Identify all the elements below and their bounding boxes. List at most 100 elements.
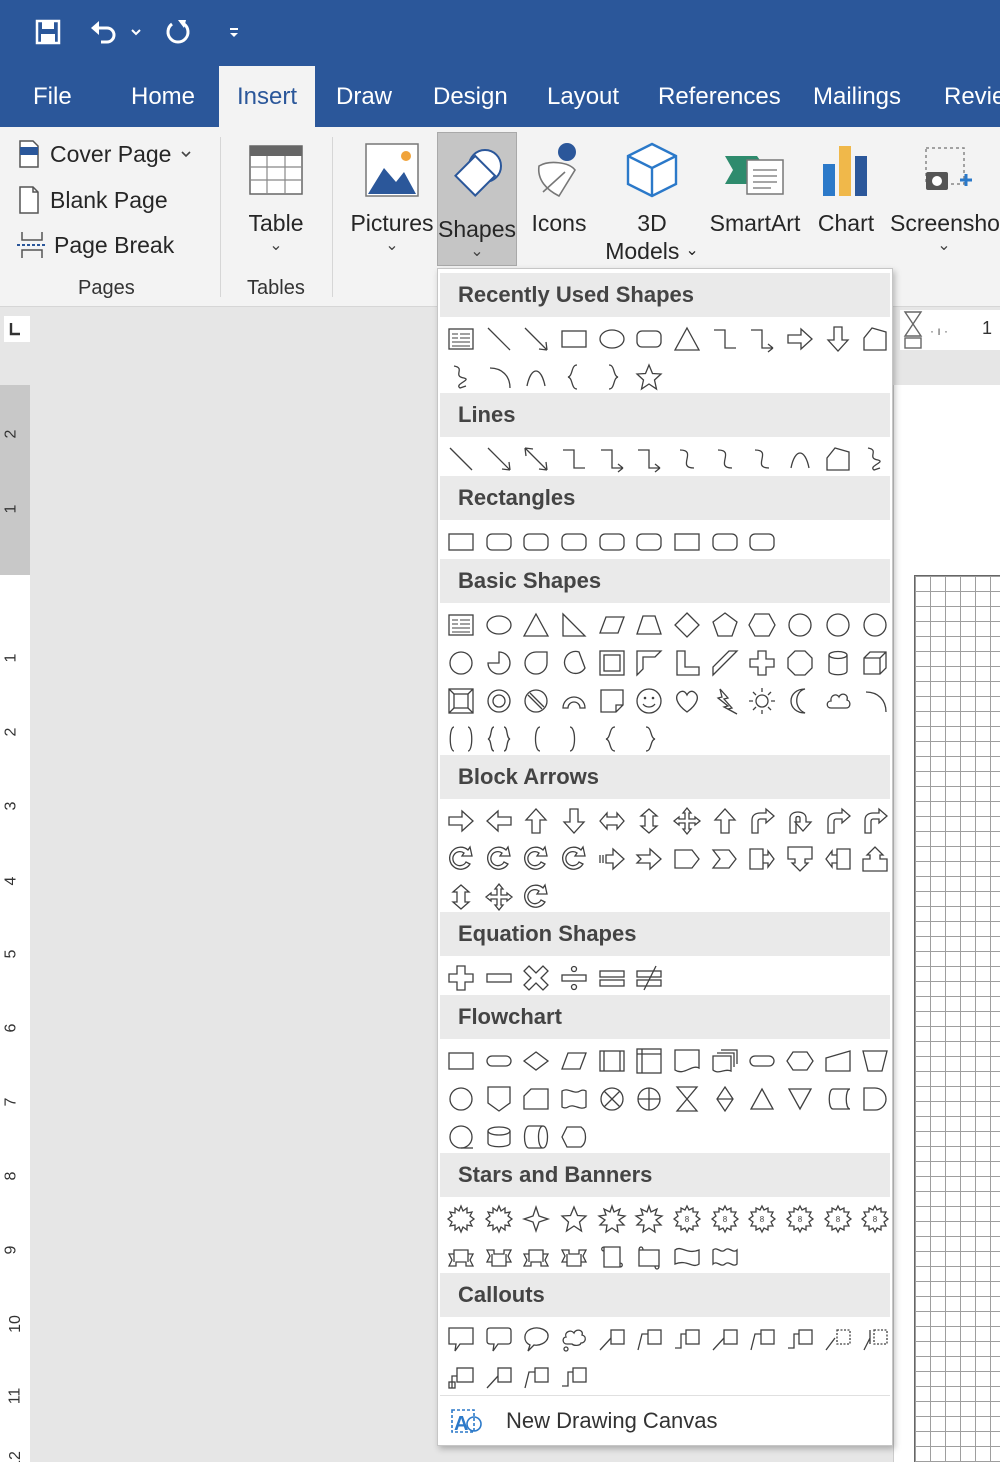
shape-starNum-icon[interactable]: 8 xyxy=(781,1201,819,1237)
shape-para-icon[interactable] xyxy=(555,1043,593,1079)
shape-callLine2-icon[interactable] xyxy=(630,1321,668,1357)
tab-draw[interactable]: Draw xyxy=(336,66,392,127)
shape-calloutL-icon[interactable] xyxy=(819,841,857,877)
shape-circArrow-icon[interactable] xyxy=(480,841,518,877)
tab-design[interactable]: Design xyxy=(433,66,508,127)
shape-rrect-icon[interactable] xyxy=(744,524,782,560)
shape-callLine3-icon[interactable] xyxy=(781,1321,819,1357)
shape-rrect-icon[interactable] xyxy=(517,524,555,560)
shape-fcMultiDoc-icon[interactable] xyxy=(706,1043,744,1079)
pictures-button[interactable]: Pictures ⌄ xyxy=(350,131,434,255)
shape-line-icon[interactable] xyxy=(442,441,480,477)
smartart-button[interactable]: SmartArt xyxy=(706,131,804,237)
shape-scribble-icon[interactable] xyxy=(857,441,895,477)
shape-callDash-icon[interactable] xyxy=(819,1321,857,1357)
shape-moon-icon[interactable] xyxy=(781,683,819,719)
shape-starNum-icon[interactable]: 8 xyxy=(706,1201,744,1237)
shape-arrowBent-icon[interactable] xyxy=(819,803,857,839)
shape-circArrow-icon[interactable] xyxy=(517,879,555,915)
shape-rrect-icon[interactable] xyxy=(593,524,631,560)
shape-rrect-icon[interactable] xyxy=(630,321,668,357)
shape-callLine3-icon[interactable] xyxy=(668,1321,706,1357)
shape-curvedconn-icon[interactable] xyxy=(744,441,782,477)
shape-starNum-icon[interactable]: 8 xyxy=(857,1201,895,1237)
tab-selector[interactable] xyxy=(0,310,38,350)
shape-starN-icon[interactable] xyxy=(630,1201,668,1237)
shape-fcPrep-icon[interactable] xyxy=(781,1043,819,1079)
shape-fcOr-icon[interactable] xyxy=(630,1081,668,1117)
shape-arrowU-icon[interactable] xyxy=(517,803,555,839)
shape-starBurst-icon[interactable] xyxy=(480,1201,518,1237)
table-button[interactable]: Table ⌄ xyxy=(236,131,316,255)
shape-scrollH-icon[interactable] xyxy=(630,1239,668,1275)
shape-ribbonU-icon[interactable] xyxy=(442,1239,480,1275)
shape-callLine2-icon[interactable] xyxy=(744,1321,782,1357)
shape-circle-icon[interactable] xyxy=(857,607,895,643)
shape-rbrace-icon[interactable] xyxy=(630,721,668,757)
shape-circle-icon[interactable] xyxy=(442,645,480,681)
shape-rect-icon[interactable] xyxy=(442,1043,480,1079)
shape-notched-icon[interactable] xyxy=(630,841,668,877)
shape-eqMinus-icon[interactable] xyxy=(480,960,518,996)
shape-can-icon[interactable] xyxy=(819,645,857,681)
shape-circle-icon[interactable] xyxy=(819,607,857,643)
redo-icon[interactable] xyxy=(160,12,196,52)
shape-elbowarrow-icon[interactable] xyxy=(630,441,668,477)
shape-arrowBent-icon[interactable] xyxy=(744,803,782,839)
shape-rbrace-icon[interactable] xyxy=(593,359,631,395)
shape-arrowU-icon[interactable] xyxy=(706,803,744,839)
shape-callDash2-icon[interactable] xyxy=(857,1321,895,1357)
chart-button[interactable]: Chart xyxy=(814,131,878,237)
shape-eqDiv-icon[interactable] xyxy=(555,960,593,996)
shape-rrect-icon[interactable] xyxy=(480,524,518,560)
shape-fcSumJ-icon[interactable] xyxy=(593,1081,631,1117)
tab-file[interactable]: File xyxy=(33,66,72,127)
shape-freeform-icon[interactable] xyxy=(857,321,895,357)
screenshot-button[interactable]: Screenshot ⌄ xyxy=(888,131,1000,255)
shape-arrowL-icon[interactable] xyxy=(480,803,518,839)
shape-callLine2-icon[interactable] xyxy=(517,1359,555,1395)
shape-ribbonD-icon[interactable] xyxy=(480,1239,518,1275)
shape-circle-icon[interactable] xyxy=(781,607,819,643)
shape-arc-icon[interactable] xyxy=(480,359,518,395)
shape-star5-icon[interactable] xyxy=(630,359,668,395)
shape-fcMerge-icon[interactable] xyxy=(781,1081,819,1117)
shape-circArrow-icon[interactable] xyxy=(555,841,593,877)
shape-lShape-icon[interactable] xyxy=(668,645,706,681)
shape-freeform-icon[interactable] xyxy=(819,441,857,477)
shape-arrowBent-icon[interactable] xyxy=(857,803,895,839)
shape-arc-icon[interactable] xyxy=(857,683,895,719)
shape-star4-icon[interactable] xyxy=(517,1201,555,1237)
shape-starNum-icon[interactable]: 8 xyxy=(819,1201,857,1237)
shape-arrowR-icon[interactable] xyxy=(781,321,819,357)
shape-starBurst-icon[interactable] xyxy=(442,1201,480,1237)
shapes-button[interactable]: Shapes ⌄ xyxy=(437,132,517,266)
shape-starNum-icon[interactable]: 8 xyxy=(744,1201,782,1237)
shape-fcDelay-icon[interactable] xyxy=(857,1081,895,1117)
shape-rrect-icon[interactable] xyxy=(555,524,593,560)
shape-arrowUD-icon[interactable] xyxy=(442,879,480,915)
shape-rect-icon[interactable] xyxy=(442,524,480,560)
shape-halfFrame-icon[interactable] xyxy=(630,645,668,681)
tab-review[interactable]: Revie xyxy=(944,66,1000,127)
shape-trap-icon[interactable] xyxy=(630,607,668,643)
shape-callLine-icon[interactable] xyxy=(593,1321,631,1357)
shape-fcSeqAccess-icon[interactable] xyxy=(442,1119,480,1155)
shape-callBox-icon[interactable] xyxy=(442,1359,480,1395)
shape-rtri-icon[interactable] xyxy=(555,607,593,643)
shape-rrect-icon[interactable] xyxy=(630,524,668,560)
undo-icon[interactable] xyxy=(86,12,122,52)
shape-wave-icon[interactable] xyxy=(668,1239,706,1275)
shape-callLine-icon[interactable] xyxy=(480,1359,518,1395)
shape-cube-icon[interactable] xyxy=(857,645,895,681)
shape-line-icon[interactable] xyxy=(480,321,518,357)
shape-cloud-icon[interactable] xyxy=(819,683,857,719)
shape-rect-icon[interactable] xyxy=(668,524,706,560)
shape-arrowUD-icon[interactable] xyxy=(630,803,668,839)
shape-para-icon[interactable] xyxy=(593,607,631,643)
shape-fcCard-icon[interactable] xyxy=(517,1081,555,1117)
shape-sun-icon[interactable] xyxy=(744,683,782,719)
shape-eqMult-icon[interactable] xyxy=(517,960,555,996)
shape-striped-icon[interactable] xyxy=(593,841,631,877)
shape-arrowQuad-icon[interactable] xyxy=(668,803,706,839)
